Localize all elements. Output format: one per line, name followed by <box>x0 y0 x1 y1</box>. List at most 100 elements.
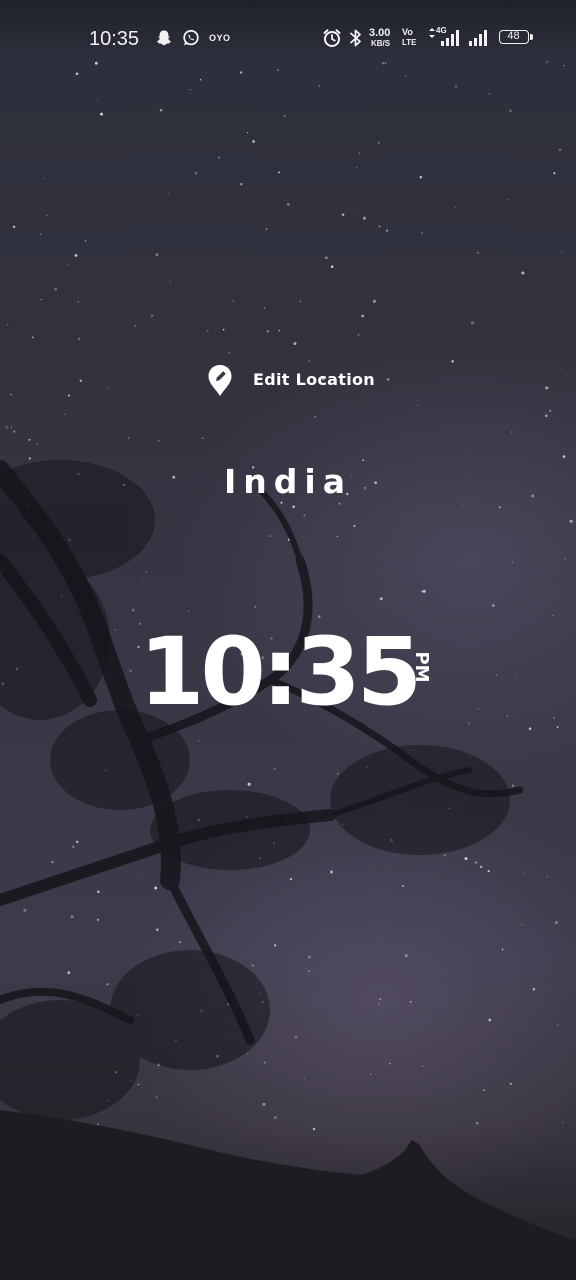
star <box>341 213 345 217</box>
star <box>277 69 279 71</box>
star <box>521 271 525 275</box>
star <box>405 75 407 77</box>
star <box>7 324 9 326</box>
star <box>286 202 290 206</box>
star <box>483 1089 485 1092</box>
star <box>246 131 249 134</box>
star <box>468 722 471 725</box>
star <box>421 232 423 234</box>
star <box>377 1003 380 1005</box>
star <box>474 861 477 864</box>
network-speed-value: 3.00 <box>369 27 391 39</box>
star <box>10 426 12 428</box>
star <box>199 78 202 81</box>
star <box>68 394 71 397</box>
star <box>422 1065 424 1067</box>
star <box>70 915 74 919</box>
star <box>416 404 419 407</box>
star <box>265 228 268 231</box>
status-time: 10:35 <box>89 28 140 50</box>
star <box>97 890 100 894</box>
star <box>84 240 87 242</box>
star <box>77 300 80 303</box>
star <box>546 875 548 878</box>
star <box>154 886 158 890</box>
star <box>372 299 376 303</box>
star <box>401 884 404 888</box>
star <box>477 251 480 254</box>
star <box>422 589 426 593</box>
star <box>419 175 423 179</box>
star <box>560 251 563 253</box>
star <box>361 314 365 318</box>
star <box>142 581 144 583</box>
star <box>13 430 16 433</box>
star <box>5 426 8 429</box>
star <box>312 1127 316 1131</box>
star <box>273 767 276 770</box>
star <box>254 606 256 608</box>
star <box>479 865 483 869</box>
star <box>528 727 532 731</box>
star <box>137 1083 140 1086</box>
star <box>114 629 117 631</box>
star <box>564 558 566 560</box>
star <box>106 983 109 986</box>
star <box>545 414 548 418</box>
star <box>362 216 366 220</box>
oyo-icon: OYO <box>209 33 231 43</box>
star <box>76 840 79 844</box>
star <box>303 1078 305 1080</box>
star <box>307 955 311 959</box>
network-speed-unit: KB/S <box>371 39 391 48</box>
star <box>562 1121 564 1124</box>
star <box>269 535 272 538</box>
star <box>274 944 277 947</box>
star <box>31 336 34 339</box>
snapchat-icon <box>156 30 172 46</box>
star <box>553 172 556 175</box>
star <box>64 413 66 416</box>
star <box>246 1053 249 1055</box>
data-arrows-icon <box>429 28 435 38</box>
star <box>294 1035 298 1039</box>
star <box>506 715 509 717</box>
star <box>488 1018 492 1022</box>
star <box>377 141 380 144</box>
status-bar: 10:35 OYO 3.00 KB/S Vo LTE 4G 48 <box>0 0 576 58</box>
edit-location-button[interactable]: Edit Location <box>206 362 386 398</box>
star <box>79 379 83 383</box>
star <box>97 1123 100 1126</box>
star <box>558 148 562 152</box>
star <box>71 845 75 849</box>
star <box>155 253 159 257</box>
star <box>495 674 498 676</box>
star <box>155 1096 158 1099</box>
star <box>523 872 525 875</box>
alarm-icon <box>323 29 341 47</box>
star <box>293 342 297 346</box>
star <box>554 921 558 925</box>
star <box>421 590 423 593</box>
star <box>9 393 13 396</box>
star <box>454 206 457 209</box>
star <box>357 333 360 336</box>
location-pin-edit-icon <box>208 365 232 396</box>
star <box>96 918 100 921</box>
star <box>454 85 458 88</box>
star <box>150 314 154 317</box>
star <box>134 325 137 327</box>
star <box>532 987 536 991</box>
star <box>376 67 378 69</box>
edit-location-label: Edit Location <box>253 370 375 389</box>
star <box>514 673 516 675</box>
star <box>382 62 385 65</box>
star <box>501 948 504 951</box>
star <box>389 1063 391 1065</box>
star <box>278 329 281 332</box>
star <box>477 708 480 710</box>
bluetooth-icon <box>350 29 361 47</box>
star <box>263 1061 267 1064</box>
star <box>324 256 328 260</box>
star <box>228 351 231 354</box>
